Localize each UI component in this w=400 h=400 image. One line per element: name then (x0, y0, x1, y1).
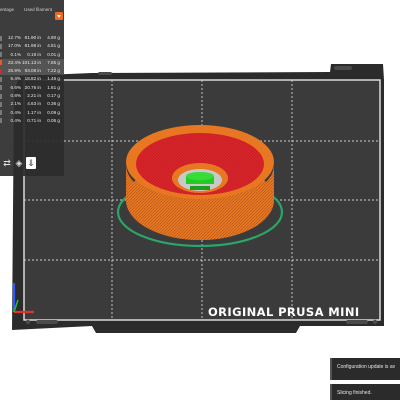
legend-percent: 25.9% (7, 68, 21, 74)
notification-config-update[interactable]: Configuration update is av (330, 358, 400, 380)
notification-slicing[interactable]: Slicing finished. (330, 384, 400, 400)
legend-percent: 23.4% (7, 59, 21, 65)
legend-swatch (0, 76, 2, 82)
legend-swatch (0, 110, 2, 116)
legend-length: 18.82 in (24, 76, 41, 82)
legend-percent: 0.1% (10, 51, 21, 57)
legend-percent: 17.0% (7, 43, 21, 49)
col-percentage: entage (0, 7, 15, 12)
3d-viewport[interactable]: ORIGINAL PRUSA MINI entage Used filament… (0, 0, 400, 400)
legend-row[interactable]: 0.4% 1.17 in 0.09 g (0, 109, 64, 117)
legend-panel[interactable]: entage Used filament 12.7% 61.90 in 4.80 g… (0, 0, 64, 176)
legend-length: 93.08 in (24, 68, 41, 74)
legend-swatch (0, 93, 2, 99)
legend-row[interactable]: 25.9% 93.08 in 7.22 g (0, 67, 64, 76)
legend-percent: 6.6% (10, 84, 21, 90)
legend-length: 0.19 in (27, 51, 41, 57)
show-hide-icon[interactable]: ⇄ (2, 157, 12, 169)
export-icon[interactable]: ⇓ (26, 157, 36, 169)
legend-row[interactable]: 2.1% 4.63 in 0.36 g (0, 100, 64, 108)
notification-text: Slicing finished. (337, 390, 372, 396)
legend-length: 61.90 in (24, 35, 41, 40)
notification-text: Configuration update is av (337, 364, 396, 370)
legend-row[interactable]: 12.7% 61.90 in 4.80 g (0, 34, 64, 42)
legend-swatch (0, 85, 2, 91)
legend-weight: 0.05 g (47, 117, 60, 123)
legend-percent: 12.7% (7, 35, 21, 40)
col-used-filament: Used filament (24, 7, 53, 12)
legend-row[interactable]: 0.4% 0.71 in 0.05 g (0, 117, 64, 125)
legend-weight: 7.85 g (47, 59, 60, 65)
legend-toolbar: ⇄ ◈ ⇓ (0, 155, 64, 173)
legend-swatch (0, 101, 2, 107)
legend-swatch (0, 60, 2, 66)
legend-swatch (0, 118, 2, 124)
legend-swatch (0, 68, 2, 74)
legend-percent: 0.4% (10, 117, 21, 123)
collapse-legend-button[interactable] (55, 12, 63, 20)
legend-swatch (0, 35, 2, 41)
legend-rows: 12.7% 61.90 in 4.80 g 17.0% 61.98 in 4.81 g 0.… (0, 34, 64, 125)
legend-weight: 4.81 g (47, 43, 60, 49)
legend-row[interactable]: 0.8% 2.21 in 0.17 g (0, 92, 64, 100)
bed-label: ORIGINAL PRUSA MINI (208, 305, 360, 319)
legend-percent: 5.4% (10, 76, 21, 82)
legend-length: 101.13 in (22, 59, 41, 65)
legend-weight: 0.36 g (47, 101, 60, 107)
legend-length: 0.71 in (27, 117, 41, 123)
legend-percent: 0.4% (10, 109, 21, 115)
cube-icon[interactable]: ◈ (14, 157, 24, 169)
legend-row[interactable]: 6.6% 20.76 in 1.61 g (0, 84, 64, 92)
legend-length: 2.21 in (27, 93, 41, 99)
legend-length: 61.98 in (24, 43, 41, 49)
legend-row[interactable]: 17.0% 61.98 in 4.81 g (0, 42, 64, 50)
legend-row[interactable]: 0.1% 0.19 in 0.01 g (0, 51, 64, 59)
legend-weight: 1.46 g (47, 76, 60, 82)
legend-swatch (0, 52, 2, 58)
legend-weight: 1.61 g (47, 84, 60, 90)
legend-row[interactable]: 5.4% 18.82 in 1.46 g (0, 75, 64, 83)
legend-percent: 2.1% (10, 101, 21, 107)
legend-weight: 0.09 g (47, 109, 60, 115)
legend-length: 4.63 in (27, 101, 41, 107)
legend-row[interactable]: 23.4% 101.13 in 7.85 g (0, 58, 64, 68)
legend-weight: 0.01 g (47, 51, 60, 57)
legend-weight: 7.22 g (47, 68, 60, 74)
legend-weight: 4.80 g (47, 35, 60, 40)
legend-length: 20.76 in (24, 84, 41, 90)
legend-length: 1.17 in (27, 109, 41, 115)
legend-percent: 0.8% (10, 93, 21, 99)
legend-weight: 0.17 g (47, 93, 60, 99)
legend-swatch (0, 43, 2, 49)
